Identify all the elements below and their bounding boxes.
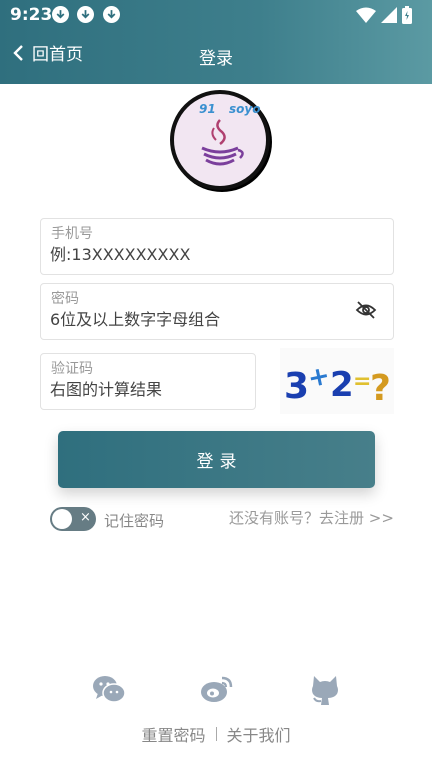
download-icon xyxy=(52,6,69,23)
password-input[interactable] xyxy=(50,310,350,329)
register-link[interactable]: 还没有账号？去注册 >> xyxy=(229,507,394,528)
logo-text-right: soyo xyxy=(229,102,261,116)
weibo-icon[interactable] xyxy=(200,674,234,708)
captcha-image[interactable]: 3 + 2 = ? xyxy=(280,348,394,414)
captcha-char: 2 xyxy=(330,365,354,405)
back-button[interactable]: 回首页 xyxy=(12,40,83,65)
captcha-label: 验证码 xyxy=(51,361,93,377)
phone-input[interactable] xyxy=(50,245,350,264)
eye-hidden-icon[interactable] xyxy=(355,299,377,321)
captcha-char: ? xyxy=(370,368,391,409)
captcha-char: + xyxy=(305,360,333,394)
logo-text-left: 91 xyxy=(199,102,216,116)
wifi-icon xyxy=(356,7,376,23)
password-field[interactable]: 密码 xyxy=(40,283,394,340)
remember-toggle[interactable]: × xyxy=(50,507,96,531)
battery-icon xyxy=(402,6,412,24)
github-icon[interactable] xyxy=(310,674,340,710)
login-button-label: 登录 xyxy=(196,452,243,472)
captcha-field[interactable]: 验证码 xyxy=(40,353,256,410)
signal-icon xyxy=(381,7,397,23)
phone-field[interactable]: 手机号 xyxy=(40,218,394,275)
footer-divider xyxy=(215,727,217,741)
close-icon: × xyxy=(80,510,91,525)
login-button[interactable]: 登录 xyxy=(58,431,375,488)
phone-label: 手机号 xyxy=(51,226,93,242)
toggle-knob xyxy=(52,509,72,529)
footer-links: 重置密码 关于我们 xyxy=(0,722,432,746)
about-us-link[interactable]: 关于我们 xyxy=(227,722,291,746)
wechat-icon[interactable] xyxy=(92,674,126,708)
captcha-char: = xyxy=(353,369,371,394)
app-logo: 91 soyo xyxy=(170,90,270,190)
captcha-char: 3 xyxy=(284,366,309,407)
nav-bar: 登录 回首页 xyxy=(0,36,432,76)
reset-password-link[interactable]: 重置密码 xyxy=(141,722,205,746)
back-label: 回首页 xyxy=(32,45,83,65)
app-header: 9:23 登录 回首页 xyxy=(0,0,432,84)
java-cup-icon xyxy=(201,119,244,166)
remember-label: 记住密码 xyxy=(104,512,165,530)
captcha-input[interactable] xyxy=(50,380,240,399)
password-label: 密码 xyxy=(51,291,79,307)
download-icon xyxy=(103,6,120,23)
status-bar: 9:23 xyxy=(0,0,432,30)
download-icon xyxy=(77,6,94,23)
status-time: 9:23 xyxy=(10,5,53,25)
chevron-left-icon xyxy=(13,44,23,61)
